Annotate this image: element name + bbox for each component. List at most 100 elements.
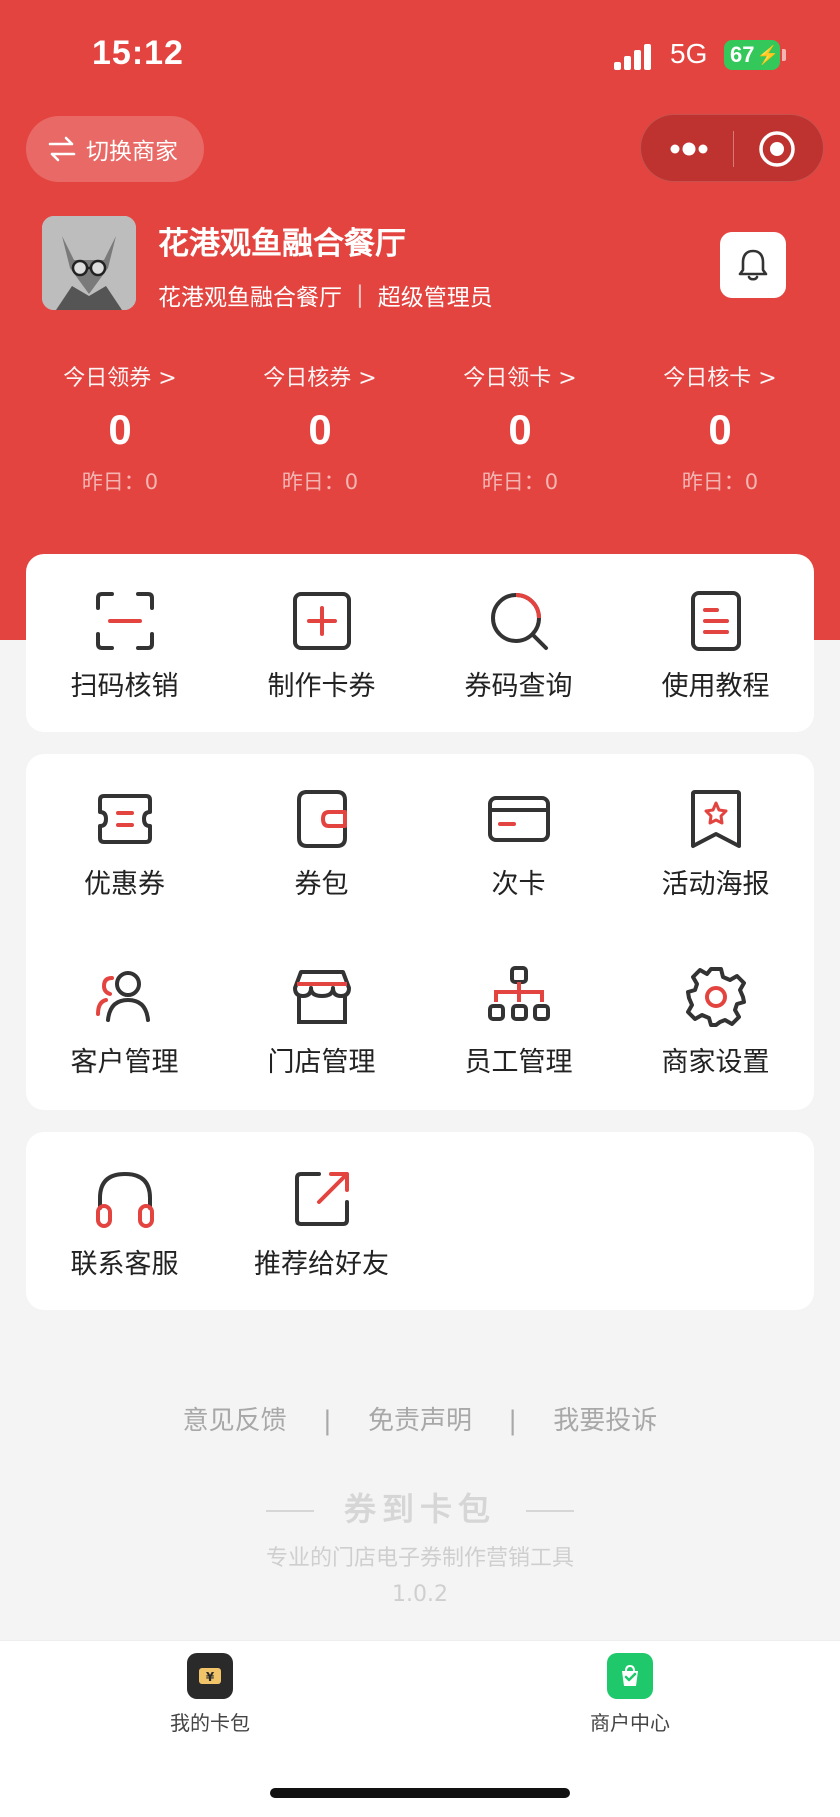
notification-button[interactable] bbox=[720, 232, 786, 298]
switch-merchant-button[interactable]: 切换商家 bbox=[26, 116, 204, 182]
gear-icon bbox=[685, 967, 746, 1027]
stat-value: 0 bbox=[708, 406, 732, 453]
merchant-store-name: 花港观鱼融合餐厅 bbox=[158, 285, 342, 311]
brand-name: 券到卡包 bbox=[343, 1490, 496, 1528]
complaint-link[interactable]: 我要投诉 bbox=[553, 1406, 657, 1436]
brand-tagline: 专业的门店电子券制作营销工具 bbox=[265, 1546, 574, 1571]
stat-today-redeemed-coupons[interactable]: 今日核券 > 0 昨日：0 bbox=[220, 360, 420, 496]
tile-label: 制作卡券 bbox=[267, 671, 376, 702]
tab-label: 我的卡包 bbox=[170, 1711, 250, 1735]
customer-management-button[interactable]: 客户管理 bbox=[26, 964, 223, 1079]
punch-card-button[interactable]: 次卡 bbox=[420, 786, 617, 901]
merchant-avatar[interactable] bbox=[42, 216, 136, 310]
subtitle-separator: | bbox=[356, 282, 364, 308]
card-icon bbox=[487, 796, 550, 842]
stat-label: 今日核券 > bbox=[263, 366, 377, 391]
tile-label: 使用教程 bbox=[661, 671, 770, 702]
tutorial-button[interactable]: 使用教程 bbox=[617, 588, 814, 703]
brand-line-right bbox=[526, 1510, 574, 1512]
miniprogram-capsule bbox=[640, 114, 824, 182]
contact-support-button[interactable]: 联系客服 bbox=[26, 1166, 223, 1281]
tab-my-wallet[interactable]: ¥ 我的卡包 bbox=[110, 1653, 310, 1736]
merchant-subtitle: 花港观鱼融合餐厅 | 超级管理员 bbox=[158, 278, 493, 312]
recommend-friend-button[interactable]: 推荐给好友 bbox=[223, 1166, 420, 1281]
status-bar: 15:12 5G 67 ⚡ bbox=[0, 0, 840, 110]
tab-label: 商户中心 bbox=[590, 1711, 670, 1735]
footer-separator: | bbox=[508, 1406, 518, 1436]
network-label: 5G bbox=[670, 38, 708, 69]
footer-separator: | bbox=[322, 1406, 332, 1436]
scan-redeem-button[interactable]: 扫码核销 bbox=[26, 588, 223, 703]
tile-label: 活动海报 bbox=[661, 869, 770, 900]
headset-icon bbox=[95, 1171, 154, 1228]
footer-links: 意见反馈 | 免责声明 | 我要投诉 bbox=[0, 1400, 840, 1437]
disclaimer-link[interactable]: 免责声明 bbox=[368, 1406, 472, 1436]
stat-label: 今日核卡 > bbox=[663, 366, 777, 391]
app-version: 1.0.2 bbox=[392, 1582, 448, 1607]
tile-label: 券码查询 bbox=[464, 671, 573, 702]
svg-text:¥: ¥ bbox=[206, 1670, 215, 1684]
tab-merchant-center[interactable]: 商户中心 bbox=[530, 1653, 730, 1736]
swap-icon bbox=[48, 136, 76, 162]
tile-label: 次卡 bbox=[491, 869, 546, 900]
management-card: 优惠券 券包 次卡 活动海报 客户管理 门店管理 员工管理 商家设置 bbox=[26, 754, 814, 1110]
stat-value: 0 bbox=[108, 406, 132, 453]
stat-yesterday: 昨日：0 bbox=[81, 470, 159, 494]
tile-label: 商家设置 bbox=[661, 1047, 770, 1078]
document-icon bbox=[690, 591, 741, 651]
capsule-divider bbox=[733, 131, 734, 167]
store-icon bbox=[292, 970, 351, 1024]
merchant-role: 超级管理员 bbox=[377, 285, 493, 311]
coupon-icon bbox=[97, 794, 152, 844]
scan-icon bbox=[95, 592, 154, 650]
stat-label: 今日领卡 > bbox=[463, 366, 577, 391]
status-time: 15:12 bbox=[92, 34, 184, 72]
store-management-button[interactable]: 门店管理 bbox=[223, 964, 420, 1079]
tile-label: 联系客服 bbox=[70, 1249, 179, 1280]
coupons-button[interactable]: 优惠券 bbox=[26, 786, 223, 901]
feedback-link[interactable]: 意见反馈 bbox=[183, 1406, 287, 1436]
tile-label: 优惠券 bbox=[84, 869, 165, 900]
tile-label: 扫码核销 bbox=[70, 671, 179, 702]
brand-title: 券到卡包 bbox=[0, 1484, 840, 1530]
more-icon[interactable] bbox=[667, 135, 711, 163]
customers-icon bbox=[95, 971, 150, 1022]
event-poster-button[interactable]: 活动海报 bbox=[617, 786, 814, 901]
signal-icon bbox=[614, 42, 658, 70]
share-icon bbox=[294, 1172, 349, 1226]
code-lookup-button[interactable]: 券码查询 bbox=[420, 588, 617, 703]
stat-yesterday: 昨日：0 bbox=[681, 470, 759, 494]
stat-value: 0 bbox=[308, 406, 332, 453]
battery-icon: 67 ⚡ bbox=[724, 40, 780, 70]
merchant-settings-button[interactable]: 商家设置 bbox=[617, 964, 814, 1079]
coupon-wallet-button[interactable]: 券包 bbox=[223, 786, 420, 901]
tile-label: 员工管理 bbox=[464, 1047, 573, 1078]
poster-icon bbox=[690, 790, 741, 848]
bell-icon bbox=[738, 249, 768, 281]
staff-management-button[interactable]: 员工管理 bbox=[420, 964, 617, 1079]
stat-yesterday: 昨日：0 bbox=[481, 470, 559, 494]
close-miniprogram-icon[interactable] bbox=[757, 129, 797, 169]
stat-today-redeemed-cards[interactable]: 今日核卡 > 0 昨日：0 bbox=[620, 360, 820, 496]
create-coupon-button[interactable]: 制作卡券 bbox=[223, 588, 420, 703]
add-square-icon bbox=[292, 592, 351, 650]
quick-actions-card: 扫码核销 制作卡券 券码查询 使用教程 bbox=[26, 554, 814, 732]
switch-merchant-label: 切换商家 bbox=[86, 139, 178, 165]
stat-today-claimed-coupons[interactable]: 今日领券 > 0 昨日：0 bbox=[20, 360, 220, 496]
org-chart-icon bbox=[487, 966, 550, 1021]
stat-yesterday: 昨日：0 bbox=[281, 470, 359, 494]
tile-label: 门店管理 bbox=[267, 1047, 376, 1078]
wallet-icon bbox=[296, 790, 347, 848]
battery-level: 67 bbox=[730, 42, 755, 67]
yen-card-icon: ¥ bbox=[187, 1653, 233, 1699]
stat-value: 0 bbox=[508, 406, 532, 453]
stat-today-claimed-cards[interactable]: 今日领卡 > 0 昨日：0 bbox=[420, 360, 620, 496]
merchant-name: 花港观鱼融合餐厅 bbox=[158, 226, 406, 262]
extra-actions-card: 联系客服 推荐给好友 bbox=[26, 1132, 814, 1310]
avatar-image bbox=[42, 216, 136, 310]
search-icon bbox=[490, 593, 548, 650]
shop-bag-icon bbox=[607, 1653, 653, 1699]
home-indicator bbox=[270, 1788, 570, 1798]
brand-line-left bbox=[265, 1510, 314, 1512]
tile-label: 客户管理 bbox=[70, 1047, 179, 1078]
